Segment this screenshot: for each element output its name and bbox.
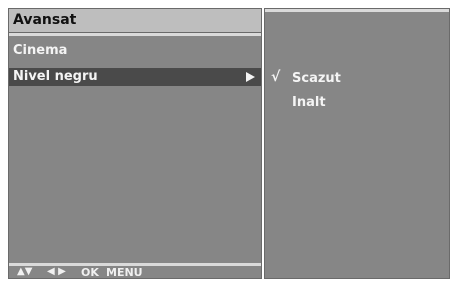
- menu-label: MENU: [106, 266, 143, 279]
- ok-label: OK: [81, 266, 99, 279]
- up-down-arrows-icon: ▲▼: [17, 266, 33, 277]
- left-right-arrows-icon: ◀ ▶: [47, 266, 66, 277]
- menu-title: Avansat: [13, 12, 77, 28]
- menu-item-label: Cinema: [13, 43, 68, 58]
- check-icon: √: [271, 69, 281, 85]
- option-scazut[interactable]: Scazut: [292, 71, 341, 86]
- header-divider: [9, 33, 261, 36]
- menu-item-nivel-negru[interactable]: Nivel negru: [9, 68, 261, 86]
- footer-help: ▲▼ ◀ ▶ OK MENU: [9, 266, 261, 279]
- menu-item-label: Nivel negru: [13, 69, 98, 84]
- menu-header: Avansat: [9, 9, 261, 33]
- submenu-top-divider: [265, 9, 449, 12]
- submenu-panel: √ Scazut Inalt: [264, 8, 450, 279]
- option-inalt[interactable]: Inalt: [292, 95, 326, 110]
- chevron-right-icon: [246, 72, 255, 82]
- menu-panel: Avansat Cinema Nivel negru ▲▼ ◀ ▶ OK MEN…: [8, 8, 262, 279]
- menu-item-cinema[interactable]: Cinema: [9, 42, 261, 60]
